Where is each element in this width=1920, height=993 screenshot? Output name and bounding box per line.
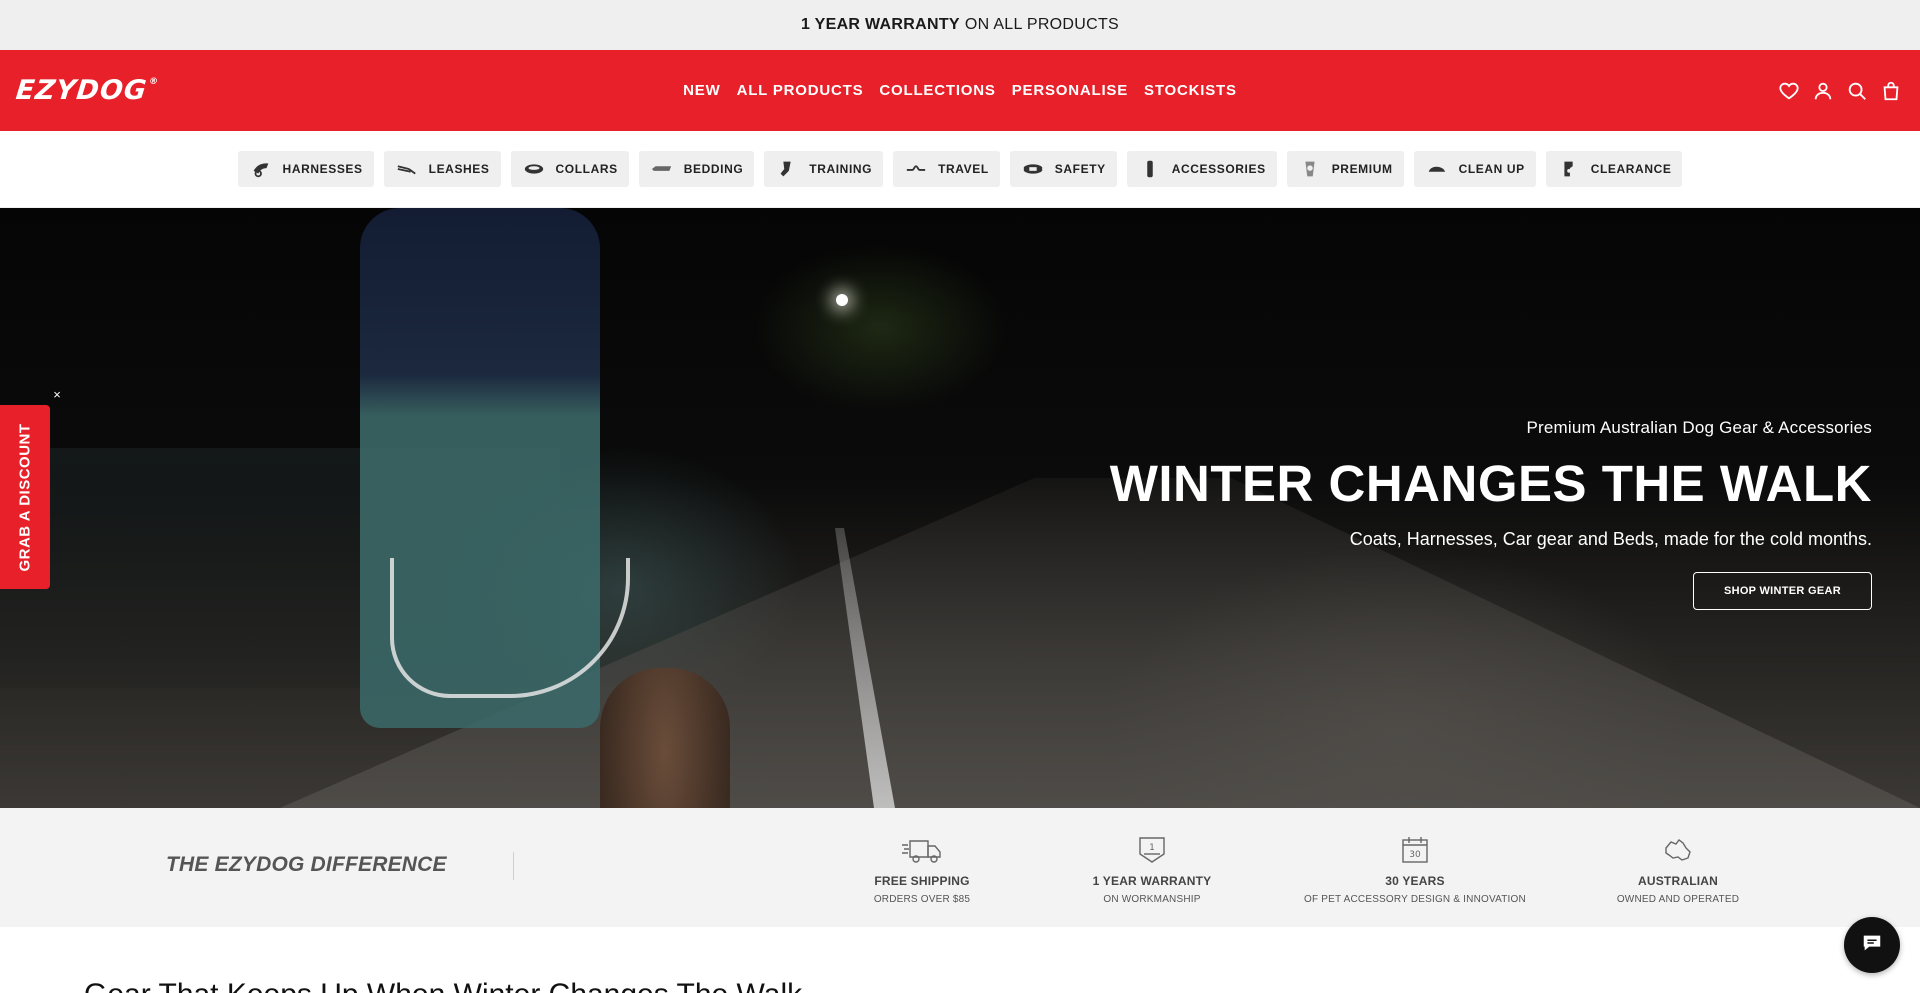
category-training[interactable]: TRAINING	[764, 151, 884, 187]
category-label: COLLARS	[555, 162, 618, 176]
feature-title: FREE SHIPPING	[874, 874, 970, 888]
search-icon[interactable]	[1846, 80, 1868, 102]
nav-stockists[interactable]: STOCKISTS	[1144, 82, 1237, 99]
feature-warranty: 1 1 YEAR WARRANTY ON WORKMANSHIP	[1032, 834, 1272, 905]
announcement-bold: 1 YEAR WARRANTY	[800, 16, 960, 33]
travel-icon	[904, 157, 928, 181]
category-clearance[interactable]: CLEARANCE	[1545, 151, 1683, 187]
feature-subtitle: OF PET ACCESSORY DESIGN & INNOVATION	[1304, 894, 1526, 905]
bag-icon[interactable]	[1880, 80, 1902, 102]
site-header: EZYDOG ® NEW ALL PRODUCTS COLLECTIONS PE…	[0, 50, 1920, 131]
category-leashes[interactable]: LEASHES	[383, 151, 501, 187]
category-collars[interactable]: COLLARS	[510, 151, 629, 187]
training-icon	[775, 157, 799, 181]
category-label: ACCESSORIES	[1171, 162, 1266, 176]
nav-new[interactable]: NEW	[683, 82, 720, 99]
nav-collections[interactable]: COLLECTIONS	[879, 82, 995, 99]
harness-icon	[249, 157, 273, 181]
announcement-bar: 1 YEAR WARRANTY ON ALL PRODUCTS	[0, 0, 1920, 50]
feature-title: 30 YEARS	[1385, 874, 1445, 888]
logo-registered-mark: ®	[148, 77, 160, 87]
logo-text: EZYDOG	[14, 75, 149, 106]
svg-text:30: 30	[1409, 850, 1421, 860]
category-accessories[interactable]: ACCESSORIES	[1126, 151, 1277, 187]
truck-icon	[900, 834, 944, 866]
announcement-text: ON ALL PRODUCTS	[964, 16, 1120, 33]
category-label: BEDDING	[683, 162, 744, 176]
nav-all-products[interactable]: ALL PRODUCTS	[737, 82, 864, 99]
difference-bar: THE EZYDOG DIFFERENCE FREE SHIPPING ORDE…	[0, 808, 1920, 927]
grab-discount-tab[interactable]: GRAB A DISCOUNT	[0, 405, 50, 589]
category-label: PREMIUM	[1331, 162, 1393, 176]
discount-label: GRAB A DISCOUNT	[16, 422, 34, 572]
svg-text:1: 1	[1149, 843, 1155, 853]
category-label: TRAINING	[809, 162, 873, 176]
feature-30-years: 30 30 YEARS OF PET ACCESSORY DESIGN & IN…	[1295, 834, 1535, 905]
difference-title: THE EZYDOG DIFFERENCE	[166, 853, 447, 876]
category-premium[interactable]: PREMIUM	[1286, 151, 1404, 187]
category-harnesses[interactable]: HARNESSES	[237, 151, 374, 187]
section-heading: Gear That Keeps Up When Winter Changes T…	[84, 978, 802, 993]
category-label: LEASHES	[428, 162, 490, 176]
category-bar: HARNESSES LEASHES COLLARS BEDDING TRAINI…	[0, 131, 1920, 208]
category-clean-up[interactable]: CLEAN UP	[1413, 151, 1536, 187]
bed-icon	[650, 157, 674, 181]
nav-personalise[interactable]: PERSONALISE	[1012, 82, 1128, 99]
shop-winter-gear-button[interactable]: SHOP WINTER GEAR	[1692, 572, 1872, 610]
hero-dog-figure	[600, 668, 730, 808]
feature-subtitle: OWNED AND OPERATED	[1616, 894, 1740, 905]
calendar-30-icon: 30	[1393, 834, 1437, 866]
hero-banner: Premium Australian Dog Gear & Accessorie…	[0, 208, 1920, 808]
category-label: TRAVEL	[938, 162, 989, 176]
header-actions	[1778, 50, 1902, 131]
cleanup-icon	[1425, 157, 1449, 181]
logo[interactable]: EZYDOG ®	[14, 75, 159, 106]
close-icon[interactable]: ×	[50, 388, 64, 402]
hero-content: Premium Australian Dog Gear & Accessorie…	[1110, 418, 1872, 610]
collar-icon	[522, 157, 546, 181]
feature-subtitle: ORDERS OVER $85	[873, 894, 971, 905]
feature-free-shipping: FREE SHIPPING ORDERS OVER $85	[802, 834, 1042, 905]
category-label: HARNESSES	[282, 162, 363, 176]
category-label: CLEARANCE	[1590, 162, 1672, 176]
clearance-icon	[1557, 157, 1581, 181]
chat-icon	[1861, 932, 1883, 959]
difference-divider	[513, 852, 514, 880]
heart-icon[interactable]	[1778, 80, 1800, 102]
leash-icon	[395, 157, 419, 181]
category-label: CLEAN UP	[1458, 162, 1525, 176]
category-safety[interactable]: SAFETY	[1009, 151, 1117, 187]
hero-subtitle: Coats, Harnesses, Car gear and Beds, mad…	[1349, 529, 1872, 549]
feature-title: AUSTRALIAN	[1638, 874, 1718, 888]
premium-icon	[1298, 157, 1322, 181]
feature-subtitle: ON WORKMANSHIP	[1103, 894, 1201, 905]
hero-title: WINTER CHANGES THE WALK	[1109, 455, 1872, 512]
warranty-badge-icon: 1	[1130, 834, 1174, 866]
main-nav: NEW ALL PRODUCTS COLLECTIONS PERSONALISE…	[683, 82, 1237, 99]
australia-map-icon	[1656, 834, 1700, 866]
hero-streetlight	[836, 294, 848, 306]
account-icon[interactable]	[1812, 80, 1834, 102]
feature-title: 1 YEAR WARRANTY	[1092, 874, 1212, 888]
category-label: SAFETY	[1054, 162, 1106, 176]
category-bedding[interactable]: BEDDING	[638, 151, 755, 187]
safety-icon	[1021, 157, 1045, 181]
hero-kicker: Premium Australian Dog Gear & Accessorie…	[1526, 418, 1872, 437]
accessories-icon	[1138, 157, 1162, 181]
chat-button[interactable]	[1844, 917, 1900, 973]
category-travel[interactable]: TRAVEL	[893, 151, 1000, 187]
feature-australian: AUSTRALIAN OWNED AND OPERATED	[1558, 834, 1798, 905]
